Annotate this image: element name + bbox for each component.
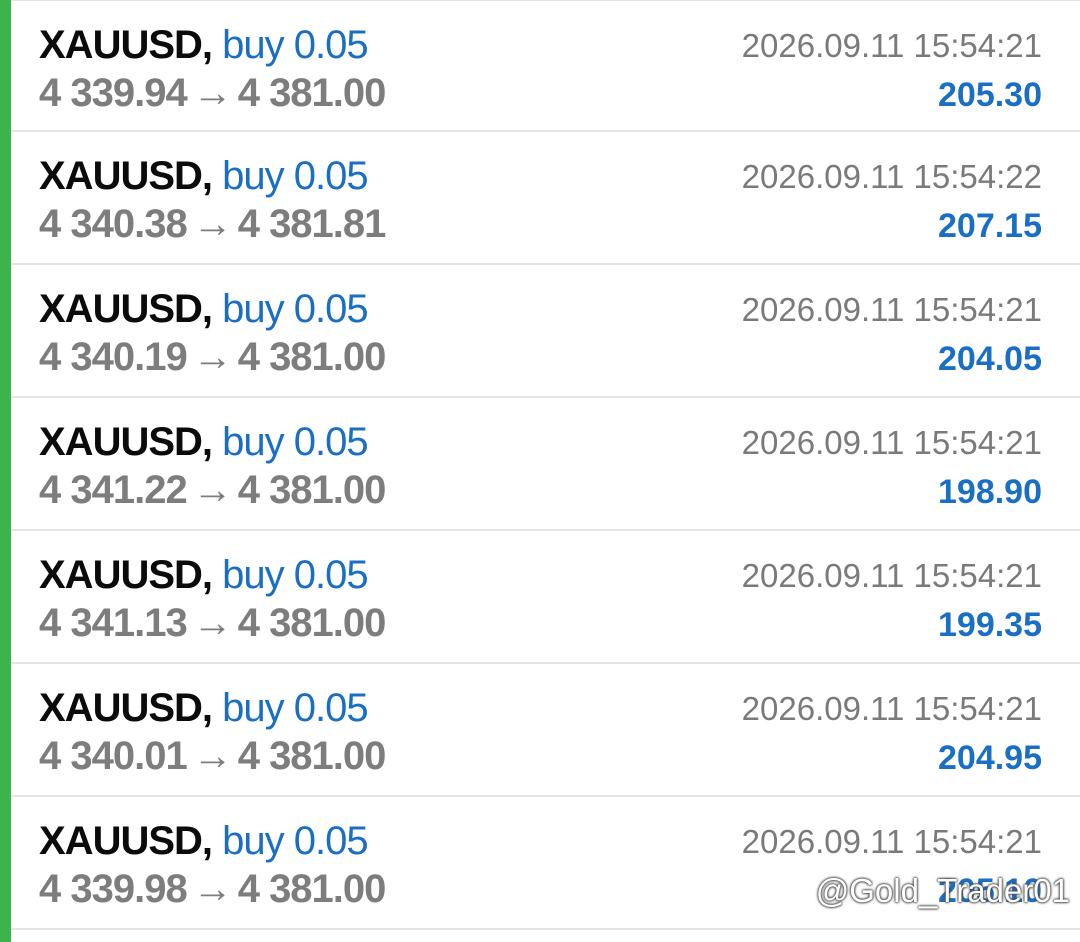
trade-prices: 4 340.19 → 4 381.00 bbox=[39, 333, 387, 381]
watermark-handle: @Gold_Trader01 bbox=[815, 872, 1070, 909]
close-price: 4 381.00 bbox=[237, 335, 387, 379]
trade-profit: 198.90 bbox=[938, 473, 1042, 511]
trade-symbol: XAUUSD, bbox=[39, 23, 213, 67]
trade-prices: 4 340.38 → 4 381.81 bbox=[39, 200, 387, 248]
trade-history-list: XAUUSD, buy 0.05 4 339.94 → 4 381.00 2026.… bbox=[11, 0, 1080, 942]
trade-row[interactable]: XAUUSD, buy 0.05 4 340.19 → 4 381.00 2026.… bbox=[11, 265, 1080, 398]
trade-prices: 4 340.01 → 4 381.00 bbox=[39, 732, 387, 780]
trade-time: 2026.09.11 15:54:21 bbox=[741, 291, 1042, 328]
close-price: 4 381.00 bbox=[237, 71, 387, 115]
trade-header: XAUUSD, buy 0.05 bbox=[39, 152, 369, 200]
trade-side-volume: buy 0.05 bbox=[222, 420, 368, 464]
trade-time: 2026.09.11 15:54:21 bbox=[741, 27, 1042, 64]
arrow-right-icon: → bbox=[192, 601, 233, 645]
watermark: @Gold_Trader01 bbox=[786, 870, 1070, 912]
trade-prices: 4 339.98 → 4 381.00 bbox=[39, 865, 387, 913]
trade-time: 2026.09.11 15:54:21 bbox=[741, 424, 1042, 461]
threads-icon bbox=[789, 880, 808, 902]
trade-time: 2026.09.11 15:54:21 bbox=[741, 557, 1042, 594]
close-price: 4 381.81 bbox=[237, 202, 387, 246]
trade-profit: 199.35 bbox=[938, 606, 1042, 644]
trade-side-volume: buy 0.05 bbox=[222, 287, 368, 331]
trade-side-volume: buy 0.05 bbox=[222, 819, 368, 863]
arrow-right-icon: → bbox=[192, 202, 233, 246]
open-price: 4 340.38 bbox=[39, 202, 188, 246]
trade-time: 2026.09.11 15:54:22 bbox=[741, 158, 1042, 195]
close-price: 4 381.00 bbox=[237, 601, 387, 645]
trade-side-volume: buy 0.05 bbox=[222, 23, 368, 67]
trade-row[interactable]: XAUUSD, buy 0.05 4 341.22 → 4 381.00 2026.… bbox=[11, 398, 1080, 531]
trade-row[interactable]: XAUUSD, buy 0.05 4 340.38 → 4 381.81 2026.… bbox=[11, 132, 1080, 265]
trade-profit: 204.95 bbox=[938, 739, 1042, 777]
trade-symbol: XAUUSD, bbox=[39, 287, 213, 331]
close-price: 4 381.00 bbox=[237, 734, 387, 778]
trade-profit: 204.05 bbox=[938, 340, 1042, 378]
position-status-bar bbox=[0, 0, 11, 942]
trade-profit: 205.30 bbox=[938, 76, 1042, 114]
trade-header: XAUUSD, buy 0.05 bbox=[39, 285, 369, 333]
trade-header: XAUUSD, buy 0.05 bbox=[39, 684, 369, 732]
trade-row[interactable]: XAUUSD, buy 0.05 4 339.94 → 4 381.00 2026.… bbox=[11, 0, 1080, 132]
trade-prices: 4 341.22 → 4 381.00 bbox=[39, 466, 387, 514]
close-price: 4 381.00 bbox=[237, 867, 387, 911]
arrow-right-icon: → bbox=[192, 71, 233, 115]
trade-row[interactable]: XAUUSD, buy 0.05 4 340.01 → 4 381.00 2026.… bbox=[11, 664, 1080, 797]
trade-side-volume: buy 0.05 bbox=[222, 686, 368, 730]
arrow-right-icon: → bbox=[192, 867, 233, 911]
open-price: 4 341.22 bbox=[39, 468, 188, 512]
open-price: 4 340.01 bbox=[39, 734, 188, 778]
trade-time: 2026.09.11 15:54:21 bbox=[741, 823, 1042, 860]
trade-header: XAUUSD, buy 0.05 bbox=[39, 21, 369, 69]
arrow-right-icon: → bbox=[192, 468, 233, 512]
trade-side-volume: buy 0.05 bbox=[222, 553, 368, 597]
trade-header: XAUUSD, buy 0.05 bbox=[39, 418, 369, 466]
open-price: 4 339.98 bbox=[39, 867, 188, 911]
trade-symbol: XAUUSD, bbox=[39, 686, 213, 730]
trade-symbol: XAUUSD, bbox=[39, 420, 213, 464]
trade-row[interactable]: XAUUSD, buy 0.05 4 341.13 → 4 381.00 2026.… bbox=[11, 531, 1080, 664]
open-price: 4 340.19 bbox=[39, 335, 188, 379]
close-price: 4 381.00 bbox=[237, 468, 387, 512]
trade-profit: 207.15 bbox=[938, 207, 1042, 245]
trade-prices: 4 341.13 → 4 381.00 bbox=[39, 599, 387, 647]
trade-symbol: XAUUSD, bbox=[39, 819, 213, 863]
trade-symbol: XAUUSD, bbox=[39, 154, 213, 198]
trade-side-volume: buy 0.05 bbox=[222, 154, 368, 198]
trade-symbol: XAUUSD, bbox=[39, 553, 213, 597]
arrow-right-icon: → bbox=[192, 734, 233, 778]
open-price: 4 341.13 bbox=[39, 601, 188, 645]
arrow-right-icon: → bbox=[192, 335, 233, 379]
open-price: 4 339.94 bbox=[39, 71, 188, 115]
trade-prices: 4 339.94 → 4 381.00 bbox=[39, 69, 387, 117]
trade-header: XAUUSD, buy 0.05 bbox=[39, 817, 369, 865]
trade-header: XAUUSD, buy 0.05 bbox=[39, 551, 369, 599]
trade-time: 2026.09.11 15:54:21 bbox=[741, 690, 1042, 727]
